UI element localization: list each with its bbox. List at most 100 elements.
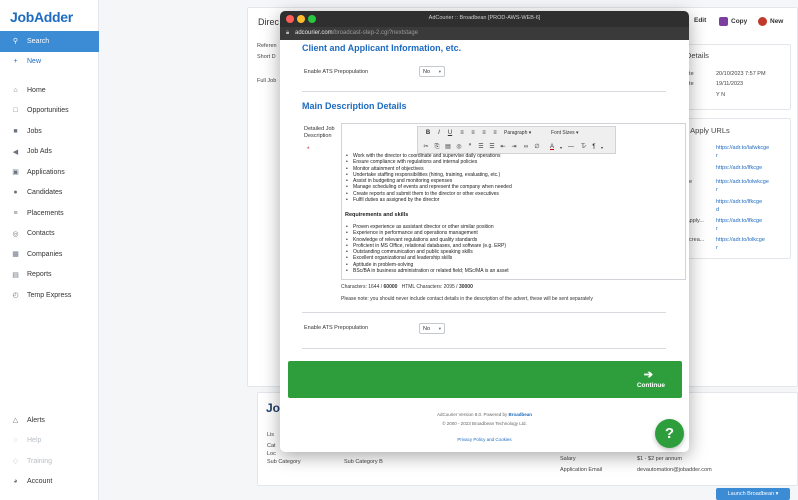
sidebar-item-label: Temp Express: [27, 291, 72, 299]
short-description-label: Short D: [257, 54, 276, 60]
apply-url-link[interactable]: https://adr.to/lolwkcge: [716, 179, 769, 185]
copy-icon: [719, 17, 728, 26]
sidebar-item-candidates[interactable]: ● Candidates: [0, 183, 99, 204]
chevron-down-icon[interactable]: ▾: [557, 143, 565, 152]
page-title: Direc: [258, 17, 280, 27]
ats-prepopulation-select-2[interactable]: No ▾: [419, 323, 445, 334]
apply-url-link[interactable]: https://adr.to/lfkcge: [716, 199, 762, 205]
ats-prepopulation-select[interactable]: No ▾: [419, 66, 445, 77]
underline-icon[interactable]: U: [446, 129, 454, 138]
link-icon[interactable]: ∞: [522, 143, 530, 152]
html-count-text: HTML Characters: 2095 /: [397, 284, 459, 290]
align-justify-icon[interactable]: ≡: [491, 129, 499, 138]
sidebar-item-temp-express[interactable]: ◴ Temp Express: [0, 285, 99, 306]
help-button[interactable]: ?: [655, 419, 684, 448]
align-left-icon[interactable]: ≡: [458, 129, 466, 138]
cut-icon[interactable]: ✂︎: [422, 143, 430, 152]
sidebar-item-jobs[interactable]: ■ Jobs: [0, 121, 99, 142]
reference-label: Referen: [257, 43, 277, 49]
url-path: /broadcast-step-2.cgi?nextstage: [332, 30, 419, 36]
sidebar-item-help: ○ Help: [0, 431, 99, 452]
font-sizes-select[interactable]: Font Sizes ▾: [551, 129, 579, 138]
sidebar-item-label: New: [27, 58, 42, 66]
help-icon: ○: [13, 437, 18, 445]
apply-url-link[interactable]: r: [716, 187, 718, 193]
unlink-icon[interactable]: ∅: [533, 143, 541, 152]
continue-label: Continue: [636, 382, 665, 389]
apply-url-link[interactable]: https://adr.to/lfkcge: [716, 218, 762, 224]
sidebar-item-contacts[interactable]: ◎ Contacts: [0, 224, 99, 245]
ats-prepopulation-label: Enable ATS Prepopulation: [304, 69, 369, 75]
sidebar-item-label: Account: [27, 478, 53, 486]
plus-icon: +: [13, 58, 18, 66]
apply-url-link[interactable]: r: [716, 153, 718, 159]
sidebar-item-label: Job Ads: [27, 148, 52, 156]
details-value: Y N: [716, 92, 726, 98]
bullet-list-icon[interactable]: ☰: [477, 143, 485, 152]
sidebar-item-home[interactable]: ⌂ Home: [0, 80, 99, 101]
inbox-icon: ▣: [12, 169, 19, 177]
clear-format-icon[interactable]: T̷: [579, 143, 587, 152]
sidebar-item-account[interactable]: ◕ Account: [0, 472, 99, 493]
find-icon[interactable]: ◎: [455, 143, 463, 152]
apply-url-link[interactable]: https://adr.to/lafwkcge: [716, 145, 769, 151]
sidebar-nav-bottom: △ Alerts ○ Help ◇ Training ◕ Account: [0, 410, 99, 492]
sidebar-item-placements[interactable]: ≡ Placements: [0, 203, 99, 224]
megaphone-icon: ◀: [12, 148, 19, 156]
chevron-down-icon[interactable]: ▾: [598, 143, 606, 152]
copy-icon[interactable]: ⎘: [433, 143, 441, 152]
divider: [302, 312, 666, 313]
sidebar-item-reports[interactable]: ▤ Reports: [0, 265, 99, 286]
copyright-text: © 2000 - 2023 Broadbean Technology Ltd.: [442, 421, 527, 426]
edit-button[interactable]: Edit: [694, 17, 706, 24]
apply-url-link[interactable]: r: [716, 226, 718, 232]
row-key: Salary: [560, 456, 576, 462]
sidebar-item-search[interactable]: ⚲ Search: [0, 31, 99, 52]
sidebar-item-new[interactable]: + New: [0, 52, 99, 73]
horizontal-rule-icon[interactable]: —: [567, 143, 575, 152]
new-label: New: [770, 18, 784, 25]
paste-icon[interactable]: ▤: [444, 143, 452, 152]
full-job-label: Full Job: [257, 78, 277, 84]
details-value: 19/11/2023: [716, 81, 744, 87]
align-right-icon[interactable]: ≡: [480, 129, 488, 138]
building-icon: ▦: [12, 251, 19, 259]
details-value: 20/10/2023 7:57 PM: [716, 71, 766, 77]
copy-button[interactable]: Copy: [719, 17, 747, 26]
sidebar-item-companies[interactable]: ▦ Companies: [0, 244, 99, 265]
bell-icon: △: [12, 417, 19, 425]
apply-url-link[interactable]: https://adr.to/lfkcge: [716, 165, 762, 171]
indent-icon[interactable]: ⇥: [510, 143, 518, 152]
sidebar-item-job-ads[interactable]: ◀ Job Ads: [0, 142, 99, 163]
required-marker: *: [307, 147, 310, 153]
apply-url-link[interactable]: https://adr.to/lolkcge: [716, 237, 765, 243]
privacy-policy-link[interactable]: Privacy Policy and Cookies: [280, 437, 689, 442]
launch-broadbean-button[interactable]: Launch Broadbean ▾: [716, 488, 790, 500]
app-logo[interactable]: JobAdder: [10, 9, 73, 25]
character-count: Characters: 1644 / 60000 HTML Characters…: [341, 284, 473, 290]
bold-icon[interactable]: B: [424, 129, 432, 138]
requirements-heading: Requirements and skills: [345, 212, 409, 218]
description-list-responsibilities: Work with the director to coordinate and…: [346, 153, 512, 204]
text-color-icon[interactable]: A: [548, 143, 556, 152]
outdent-icon[interactable]: ⇤: [499, 143, 507, 152]
paragraph-select[interactable]: Paragraph ▾: [504, 129, 531, 138]
paragraph-mark-icon[interactable]: ¶: [590, 143, 598, 152]
apply-url-link[interactable]: d: [716, 207, 719, 213]
continue-button[interactable]: ➔ Continue: [288, 361, 682, 398]
new-button[interactable]: New: [758, 17, 783, 26]
address-bar[interactable]: 🔒︎ adcourier.com/broadcast-step-2.cgi?ne…: [280, 27, 689, 40]
align-center-icon[interactable]: ≡: [469, 129, 477, 138]
sidebar-item-applications[interactable]: ▣ Applications: [0, 162, 99, 183]
sidebar-item-alerts[interactable]: △ Alerts: [0, 410, 99, 431]
window-titlebar: AdCourier :: Broadbean [PROD-AWS-WEB-6]: [280, 11, 689, 27]
numbered-list-icon[interactable]: ☰: [488, 143, 496, 152]
italic-icon[interactable]: I: [435, 129, 443, 138]
char-max: 60000: [383, 284, 398, 290]
description-list-requirements: Proven experience as assistant director …: [346, 224, 509, 275]
apply-url-link[interactable]: r: [716, 245, 718, 251]
sidebar-item-opportunities[interactable]: □ Opportunities: [0, 101, 99, 122]
editor-toolbar: B I U ≡ ≡ ≡ ≡ Paragraph ▾ Font Sizes ▾ ✂…: [417, 126, 616, 154]
blockquote-icon[interactable]: ”: [466, 143, 474, 152]
broadbean-link[interactable]: Broadbean: [509, 412, 533, 417]
